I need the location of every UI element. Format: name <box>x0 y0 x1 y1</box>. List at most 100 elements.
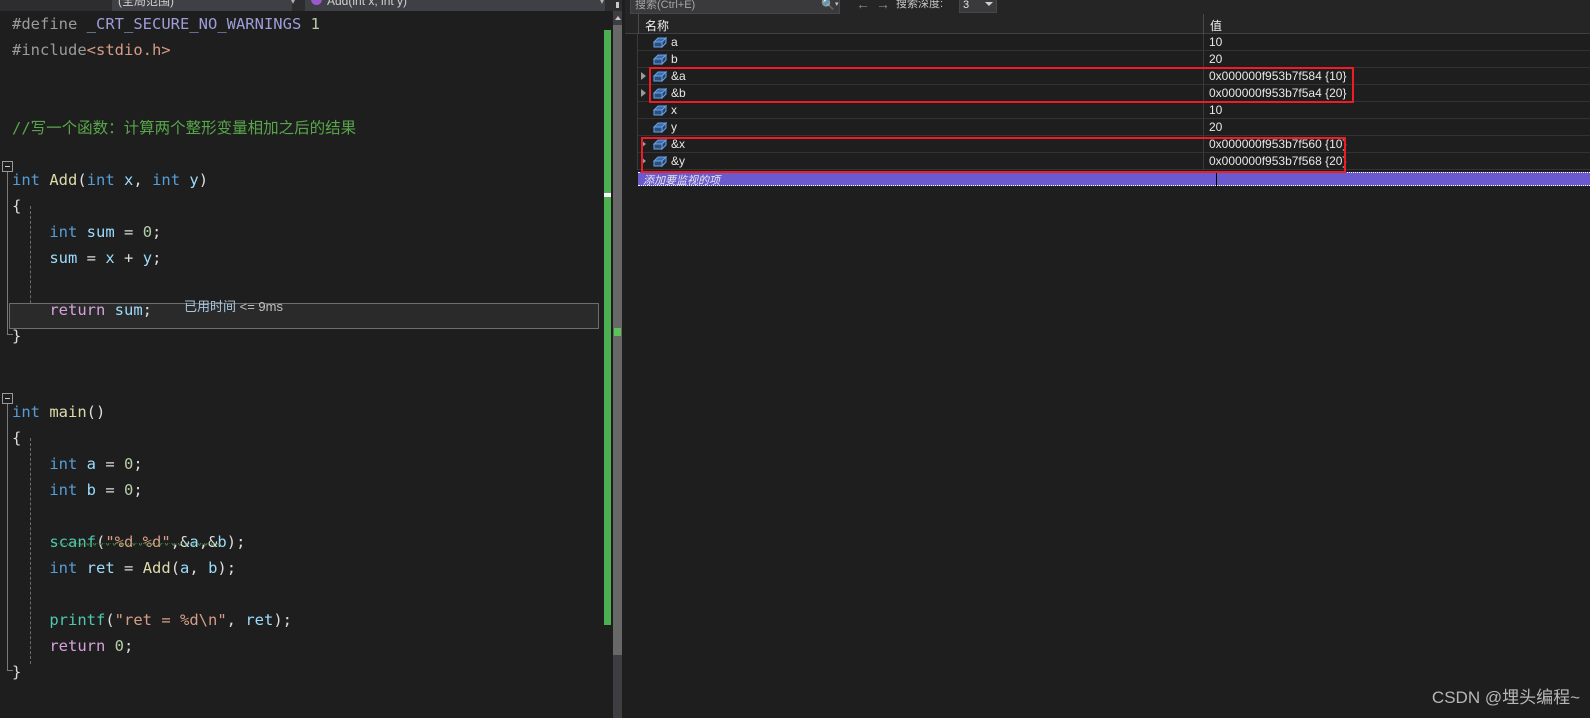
code-line: return sum; <box>49 301 153 319</box>
column-divider <box>1203 51 1204 68</box>
code-line: //写一个函数：计算两个整形变量相加之后的结果 <box>12 119 357 137</box>
scrollbar-thumb[interactable] <box>613 25 622 655</box>
row-gutter <box>625 153 638 170</box>
code-line: sum = x + y; <box>49 249 162 267</box>
code-line: int Add(int x, int y) <box>12 171 209 189</box>
code-line: #include<stdio.h> <box>12 41 171 59</box>
editor-navigation-bar: (全局范围) ▾ Add(int x, int y) ▾ <box>0 0 622 11</box>
column-divider <box>1216 173 1217 187</box>
search-icon[interactable]: 🔍 <box>821 0 835 12</box>
code-line: int ret = Add(a, b); <box>49 559 237 577</box>
watch-expression-name[interactable]: &x <box>671 137 685 151</box>
scrollbar-up-arrow-icon[interactable] <box>613 12 622 22</box>
code-line: { <box>12 197 22 215</box>
elapsed-time-value: <= 9ms <box>239 299 283 314</box>
watch-expression-value[interactable]: 20 <box>1209 120 1222 134</box>
watch-expression-value[interactable]: 10 <box>1209 103 1222 117</box>
elapsed-time-hint: 已用时间 <= 9ms <box>184 296 283 315</box>
watch-expression-value[interactable]: 0x000000f953b7f584 {10} <box>1209 69 1346 83</box>
search-depth-select[interactable]: 3 <box>959 0 997 13</box>
search-depth-chevron-down-icon[interactable] <box>985 2 993 6</box>
search-input[interactable]: 搜索(Ctrl+E) <box>630 0 840 14</box>
column-divider <box>1203 153 1204 170</box>
column-header-name[interactable]: 名称 <box>645 17 669 34</box>
row-gutter <box>625 68 638 85</box>
nav-scope-chevron-down-icon[interactable]: ▾ <box>291 0 295 6</box>
row-gutter <box>625 102 638 119</box>
variable-icon <box>652 121 668 134</box>
watch-expression-value[interactable]: 0x000000f953b7f5a4 {20} <box>1209 86 1346 100</box>
variable-icon <box>652 36 668 49</box>
watch-expression-name[interactable]: b <box>671 52 678 66</box>
watch-expression-name[interactable]: &b <box>671 86 686 100</box>
variable-icon <box>652 138 668 151</box>
column-divider[interactable] <box>1203 14 1204 34</box>
nav-scope-dropdown[interactable]: (全局范围) <box>112 0 292 11</box>
watch-expression-value[interactable]: 20 <box>1209 52 1222 66</box>
watch-expression-name[interactable]: y <box>671 120 677 134</box>
watch-row[interactable]: b 20 <box>625 51 1590 68</box>
watch-expression-name[interactable]: &y <box>671 154 685 168</box>
row-gutter <box>625 34 638 51</box>
watch-column-header: 名称 值 <box>625 14 1590 34</box>
watch-row[interactable]: &x 0x000000f953b7f560 {10} <box>625 136 1590 153</box>
nav-member-dropdown[interactable]: Add(int x, int y) <box>305 0 605 11</box>
scrollbar-top-button[interactable] <box>613 0 622 11</box>
column-divider <box>1203 102 1204 119</box>
search-next-arrow-icon[interactable]: → <box>876 0 890 12</box>
column-divider <box>1203 85 1204 102</box>
spelling-squiggle: ∿∿∿∿∿∿∿∿∿∿∿∿∿∿∿∿∿∿∿∿∿∿∿∿∿∿∿∿ <box>57 543 221 546</box>
column-header-value[interactable]: 值 <box>1210 17 1222 34</box>
watermark: CSDN @埋头编程~ <box>1431 688 1580 707</box>
nav-member-label: Add(int x, int y) <box>327 0 408 8</box>
code-line: scanf("%d %d",&a,&b); <box>49 533 246 551</box>
watch-expression-value[interactable]: 10 <box>1209 35 1222 49</box>
expand-chevron-right-icon[interactable] <box>641 89 646 97</box>
change-indicator-gap <box>604 193 611 197</box>
variable-icon <box>652 87 668 100</box>
watch-row[interactable]: &b 0x000000f953b7f5a4 {20} <box>625 85 1590 102</box>
expand-chevron-right-icon[interactable] <box>641 140 646 148</box>
expand-chevron-right-icon[interactable] <box>641 72 646 80</box>
watch-row[interactable]: y 20 <box>625 119 1590 136</box>
watch-row[interactable]: a 10 <box>625 34 1590 51</box>
fold-bracket-add <box>7 172 8 334</box>
column-divider <box>638 14 639 34</box>
watch-expression-name[interactable]: a <box>671 35 678 49</box>
add-watch-label: 添加要监视的项 <box>643 175 720 187</box>
row-gutter <box>625 119 638 136</box>
watch-expression-name[interactable]: x <box>671 103 677 117</box>
watch-expression-value[interactable]: 0x000000f953b7f560 {10} <box>1209 137 1346 151</box>
search-depth-label: 搜索深度: <box>896 0 944 10</box>
elapsed-time-label: 已用时间 <box>184 299 237 314</box>
expand-chevron-right-icon[interactable] <box>641 157 646 165</box>
code-line: int main() <box>12 403 106 421</box>
watch-row[interactable]: &y 0x000000f953b7f568 {20} <box>625 153 1590 170</box>
code-text-area[interactable]: #define _CRT_SECURE_NO_WARNINGS 1 #includ… <box>0 11 604 718</box>
watch-row[interactable]: &a 0x000000f953b7f584 {10} <box>625 68 1590 85</box>
code-line: } <box>12 663 22 681</box>
row-gutter <box>625 85 638 102</box>
watch-expression-value[interactable]: 0x000000f953b7f568 {20} <box>1209 154 1346 168</box>
watch-rows-list: a 10 b 20 &a 0x000000f953b7f584 {10} &b 0x00000… <box>625 34 1590 194</box>
scrollbar-change-mark <box>614 328 621 336</box>
code-line: int b = 0; <box>49 481 143 499</box>
change-indicator-bar <box>604 30 611 625</box>
search-previous-arrow-icon[interactable]: ← <box>856 0 870 12</box>
search-options-chevron-down-icon[interactable]: ▾ <box>835 0 839 8</box>
variable-icon <box>652 53 668 66</box>
code-editor-pane: (全局范围) ▾ Add(int x, int y) ▾ #define _CR… <box>0 0 622 718</box>
watch-row[interactable]: x 10 <box>625 102 1590 119</box>
variable-icon <box>652 70 668 83</box>
code-line: return 0; <box>49 637 134 655</box>
watch-expression-name[interactable]: &a <box>671 69 686 83</box>
variable-icon <box>652 155 668 168</box>
row-gutter <box>625 51 638 68</box>
variable-icon <box>652 104 668 117</box>
add-watch-row[interactable]: 添加要监视的项 <box>638 172 1590 187</box>
nav-scope-label: (全局范围) <box>118 0 174 8</box>
nav-member-chevron-down-icon[interactable]: ▾ <box>600 0 604 6</box>
code-line: } <box>12 327 22 345</box>
column-divider <box>1203 119 1204 136</box>
search-depth-value: 3 <box>963 0 970 11</box>
